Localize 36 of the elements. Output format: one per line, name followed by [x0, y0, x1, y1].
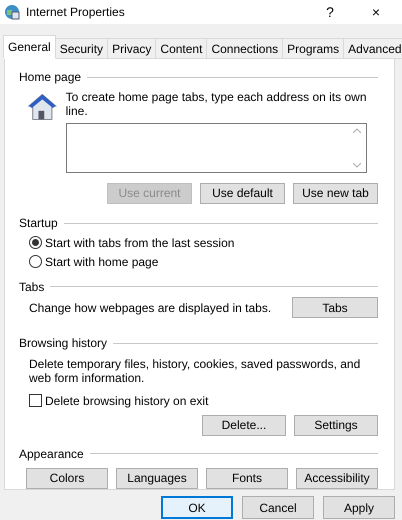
radio-button[interactable]	[29, 236, 42, 250]
section-heading: Home page	[19, 70, 82, 84]
radio-label: Start with home page	[45, 254, 158, 269]
dialog-button[interactable]: Apply	[323, 496, 395, 519]
history-description: Delete temporary files, history, cookies, saved passwords, and web form information.	[29, 356, 362, 385]
scroll-up-icon	[353, 128, 362, 133]
instruction-text: To create home page tabs, type each address on its own line.	[66, 90, 368, 118]
close-button[interactable]: ×	[356, 0, 396, 24]
section-heading: Browsing history	[19, 336, 108, 350]
history-button[interactable]: Settings	[294, 414, 378, 436]
help-button[interactable]: ?	[310, 0, 350, 24]
globe-icon	[4, 4, 20, 20]
home-page-button[interactable]: Use new tab	[293, 182, 378, 204]
tab[interactable]: Advanced	[343, 38, 402, 59]
tab[interactable]: General	[3, 35, 56, 59]
scroll-down-icon	[353, 162, 362, 168]
dialog-button[interactable]: OK	[161, 496, 233, 519]
section-heading: Tabs	[19, 280, 44, 294]
address-field[interactable]	[66, 122, 367, 173]
checkbox[interactable]	[29, 394, 42, 408]
section-heading: Startup	[19, 216, 58, 230]
appearance-button[interactable]: Accessibility	[296, 468, 378, 489]
dialog-button[interactable]: Cancel	[242, 496, 314, 519]
appearance-button[interactable]: Languages	[116, 468, 198, 489]
tabs-button[interactable]: Tabs	[292, 297, 378, 318]
checkbox-label: Delete browsing history on exit	[45, 394, 208, 408]
appearance-button[interactable]: Colors	[26, 468, 108, 489]
tabs-description: Change how webpages are displayed in tabs.	[29, 300, 272, 315]
section-heading: Appearance	[19, 446, 84, 461]
appearance-button[interactable]: Fonts	[206, 468, 288, 489]
house-icon	[27, 92, 58, 122]
home-page-button[interactable]: Use default	[200, 182, 285, 204]
radio-label: Start with tabs from the last session	[45, 236, 234, 250]
radio-button[interactable]	[29, 255, 42, 268]
history-button[interactable]: Delete...	[202, 414, 286, 436]
window-title: Internet Properties	[26, 5, 126, 19]
